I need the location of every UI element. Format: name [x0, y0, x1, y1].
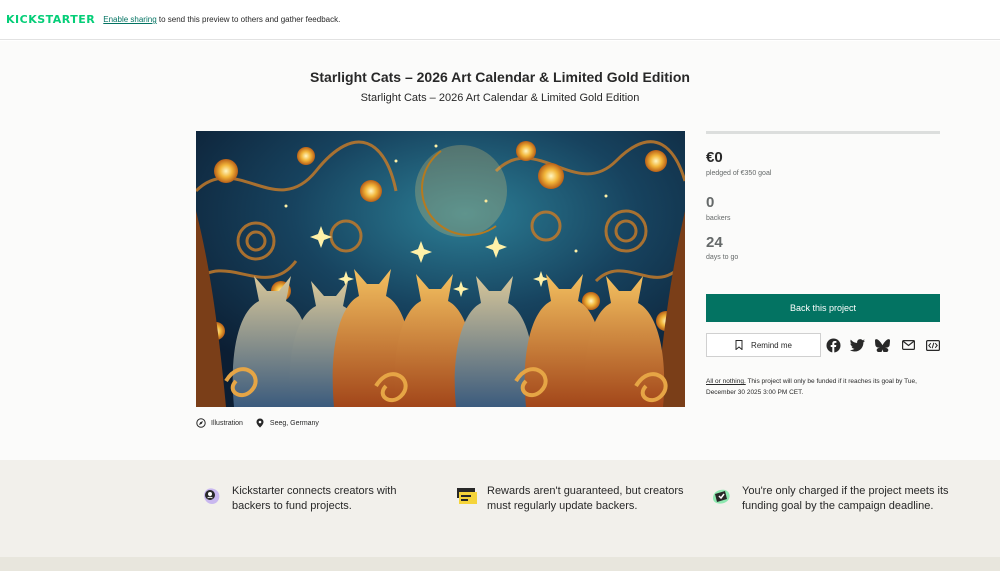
- facebook-icon: [826, 338, 840, 353]
- email-icon: [901, 340, 915, 350]
- pledged-amount: €0: [706, 149, 723, 166]
- kickstarter-logo[interactable]: KICKSTARTER: [6, 13, 95, 26]
- info-text-connects: Kickstarter connects creators with backe…: [232, 485, 397, 512]
- project-title: Starlight Cats – 2026 Art Calendar & Lim…: [310, 69, 690, 85]
- embed-share-button[interactable]: [925, 337, 941, 353]
- update-cards-icon: [457, 488, 477, 504]
- funding-stats: €0 pledged of €350 goal 0 backers 24 day…: [706, 131, 940, 261]
- project-image[interactable]: [196, 131, 685, 407]
- location-tag[interactable]: Seeg, Germany: [255, 418, 319, 428]
- pledged-label: pledged of €350 goal: [706, 170, 772, 177]
- twitter-icon: [849, 338, 865, 351]
- info-text-rewards: Rewards aren't guaranteed, but creators …: [487, 485, 684, 512]
- payment-check-icon: [713, 489, 730, 504]
- footer-divider: [0, 557, 1000, 571]
- enable-sharing-link[interactable]: Enable sharing: [103, 15, 156, 24]
- project-meta: Illustration Seeg, Germany: [196, 418, 331, 428]
- creator-badge-icon: [204, 488, 220, 504]
- twitter-share-button[interactable]: [849, 337, 865, 353]
- category-label: Illustration: [211, 419, 243, 427]
- compass-icon: [196, 418, 206, 428]
- location-label: Seeg, Germany: [269, 419, 319, 427]
- days-to-go-label: days to go: [706, 254, 739, 261]
- bookmark-icon: [735, 340, 743, 350]
- backers-label: backers: [706, 215, 731, 222]
- embed-icon: [926, 339, 940, 351]
- remind-me-label: Remind me: [751, 340, 792, 350]
- all-or-nothing-notice: All or nothing. This project will only b…: [706, 376, 946, 398]
- info-item-charged: You're only charged if the project meets…: [710, 484, 950, 514]
- project-hero-section: Starlight Cats – 2026 Art Calendar & Lim…: [0, 41, 1000, 460]
- all-or-nothing-link[interactable]: All or nothing.: [706, 378, 746, 385]
- bluesky-share-button[interactable]: [874, 337, 890, 353]
- backers-count: 0: [706, 194, 715, 211]
- info-item-rewards: Rewards aren't guaranteed, but creators …: [455, 484, 695, 514]
- bluesky-icon: [874, 338, 890, 352]
- preview-message-text: to send this preview to others and gathe…: [156, 15, 341, 24]
- days-to-go-count: 24: [706, 234, 723, 251]
- back-project-button[interactable]: Back this project: [706, 294, 940, 322]
- preview-banner: KICKSTARTER Enable sharing to send this …: [0, 0, 1000, 40]
- starlight-cats-artwork: [196, 131, 685, 407]
- info-item-connects: Kickstarter connects creators with backe…: [200, 484, 420, 514]
- email-share-button[interactable]: [900, 337, 916, 353]
- trust-info-section: Kickstarter connects creators with backe…: [0, 460, 1000, 557]
- facebook-share-button[interactable]: [825, 337, 841, 353]
- location-pin-icon: [256, 418, 264, 428]
- project-subtitle: Starlight Cats – 2026 Art Calendar & Lim…: [360, 92, 640, 104]
- info-text-charged: You're only charged if the project meets…: [742, 485, 949, 512]
- category-tag[interactable]: Illustration: [196, 418, 243, 428]
- preview-message: Enable sharing to send this preview to o…: [103, 15, 340, 24]
- remind-me-button[interactable]: Remind me: [706, 333, 821, 357]
